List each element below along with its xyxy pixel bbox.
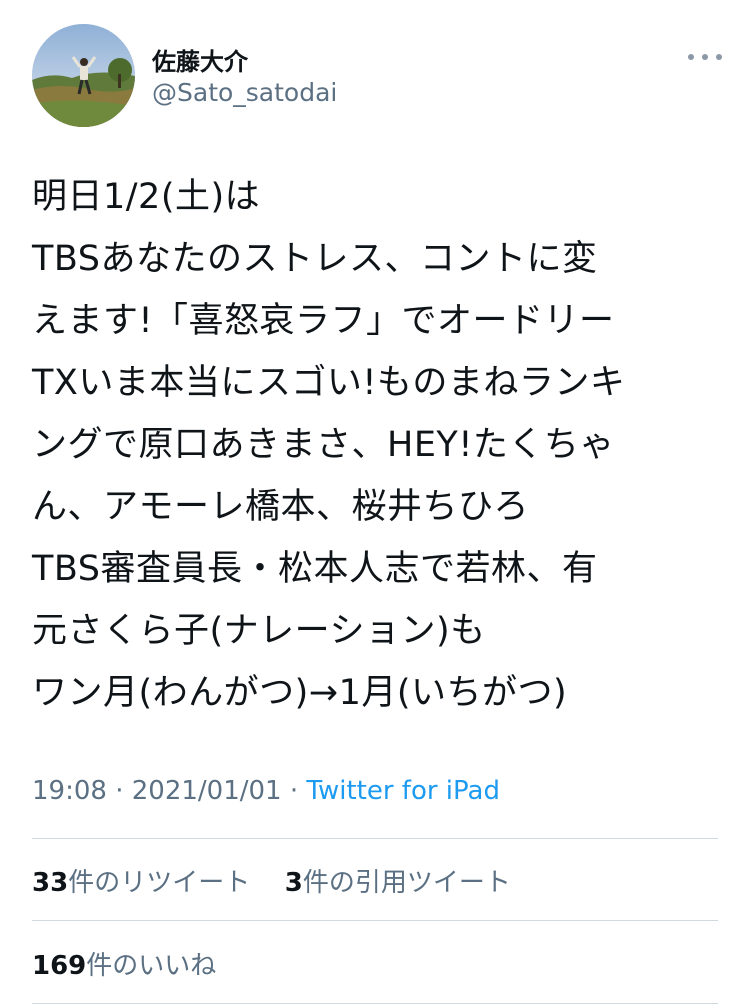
tweet-text-line: 元さくら子(ナレーション)も [32, 611, 486, 651]
meta-separator: · [115, 776, 124, 806]
likes-label: 件のいいね [86, 951, 217, 981]
quote-tweets-stat[interactable]: 3件の引用ツイート [285, 868, 511, 898]
tweet-text-line: 明日1/2(土)は [32, 177, 261, 217]
tweet-text-line: えます!「喜怒哀ラフ」でオードリー [32, 301, 615, 341]
tweet-text-line: TBS審査員長・松本人志で若林、有 [32, 549, 598, 589]
tweet-text: 明日1/2(土)は TBSあなたのストレス、コントに変 えます!「喜怒哀ラフ」で… [32, 166, 722, 724]
tweet-metadata: 19:08 · 2021/01/01 · Twitter for iPad [32, 776, 500, 806]
tweet-text-line: ん、アモーレ橋本、桜井ちひろ [32, 487, 530, 527]
dot [716, 54, 722, 60]
meta-separator: · [289, 776, 299, 806]
retweets-label: 件のリツイート [68, 868, 251, 898]
likes-count: 169 [32, 951, 87, 981]
user-handle[interactable]: @Sato_satodai [152, 78, 337, 107]
likes-stat[interactable]: 169件のいいね [32, 951, 216, 981]
tweet-text-line: ワン月(わんがつ)→1月(いちがつ) [32, 673, 568, 713]
retweets-count: 33 [32, 868, 69, 898]
profile-photo-icon [32, 24, 135, 127]
retweets-stat[interactable]: 33件のリツイート [32, 868, 250, 898]
dot [688, 54, 694, 60]
quote-tweets-label: 件の引用ツイート [302, 868, 511, 898]
tweet-header: 佐藤大介 @Sato_satodai [32, 24, 722, 129]
display-name[interactable]: 佐藤大介 [152, 42, 248, 77]
tweet-text-line: TXいま本当にスゴい!ものまねランキ [32, 363, 626, 403]
dot [702, 54, 708, 60]
likes-stats-row: 169件のいいね [32, 945, 216, 982]
tweet-text-line: ングで原口あきまさ、HEY!たくちゃ [32, 425, 615, 465]
divider [32, 838, 718, 839]
quote-tweets-count: 3 [284, 868, 303, 898]
more-options-icon[interactable] [688, 48, 722, 66]
tweet-text-line: TBSあなたのストレス、コントに変 [32, 239, 598, 279]
tweet-time[interactable]: 19:08 [32, 776, 107, 806]
tweet-source-link[interactable]: Twitter for iPad [306, 776, 500, 806]
tweet-date[interactable]: 2021/01/01 [132, 776, 282, 806]
avatar[interactable] [32, 24, 135, 127]
engagement-stats-row: 33件のリツイート 3件の引用ツイート [32, 862, 511, 899]
divider [32, 1003, 718, 1004]
divider [32, 920, 718, 921]
